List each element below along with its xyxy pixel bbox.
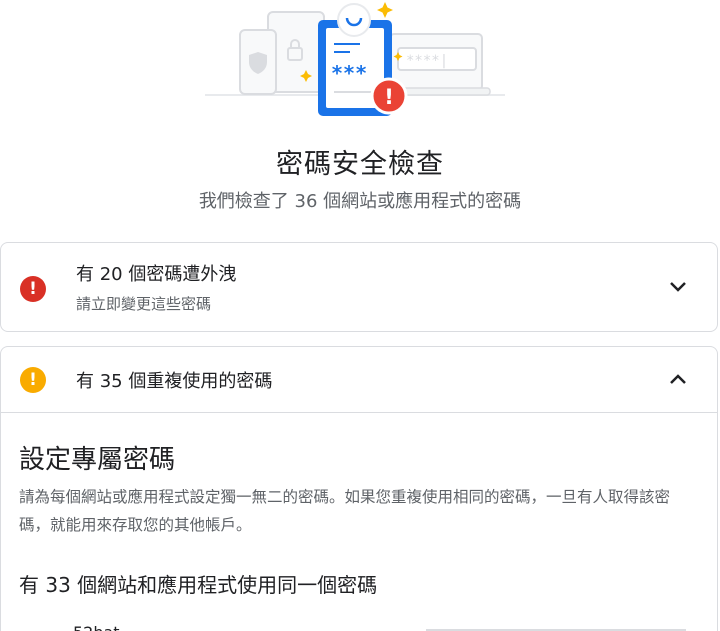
section-description: 請為每個網站或應用程式設定獨一無二的密碼。如果您重複使用相同的密碼，一旦有人取得… [19, 488, 671, 534]
divider [1, 412, 717, 413]
reused-passwords-card: ! 有 35 個重複使用的密碼 設定專屬密碼 請為每個網站或應用程式設定獨一無二… [0, 346, 718, 631]
alert-mark: ! [384, 85, 394, 109]
page-subtitle: 我們檢查了 36 個網站或應用程式的密碼 [198, 191, 522, 212]
list-item[interactable]: 52hat [73, 623, 120, 631]
reused-title[interactable]: 有 35 個重複使用的密碼 [76, 367, 272, 393]
chevron-up-icon[interactable] [667, 368, 689, 390]
card-text: *** [331, 61, 367, 85]
compromised-passwords-card[interactable]: ! 有 20 個密碼遭外洩 請立即變更這些密碼 [0, 242, 718, 332]
warning-icon: ! [20, 367, 46, 393]
group-title: 有 33 個網站和應用程式使用同一個密碼 [19, 573, 378, 597]
error-icon: ! [20, 276, 46, 302]
compromised-subtitle: 請立即變更這些密碼 [76, 295, 212, 313]
hero-illustration: ****| *** ! [0, 0, 720, 130]
password-checkup-illustration: ****| *** ! [205, 2, 505, 116]
chevron-down-icon[interactable] [667, 276, 689, 298]
field-text: ****| [406, 53, 448, 69]
section-title: 設定專屬密碼 [19, 445, 176, 475]
compromised-title: 有 20 個密碼遭外洩 [76, 264, 237, 285]
page-title: 密碼安全檢查 [276, 149, 444, 180]
